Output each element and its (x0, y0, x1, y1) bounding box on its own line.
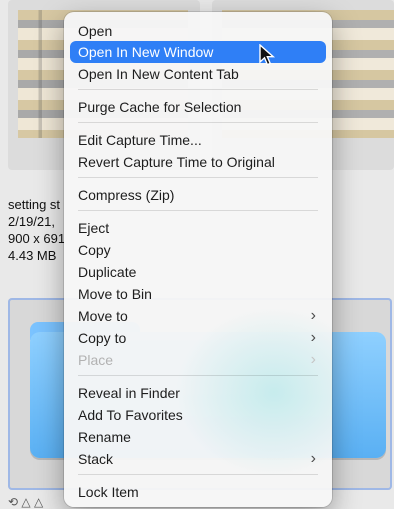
menu-item-label: Rename (78, 429, 131, 445)
menu-item-label: Copy (78, 242, 111, 258)
menu-item-reveal-in-finder[interactable]: Reveal in Finder (70, 382, 326, 404)
menu-item-label: Open (78, 23, 113, 39)
item-status-icons: ⟲ △ △ (8, 495, 44, 509)
menu-item-label: Revert Capture Time to Original (78, 154, 275, 170)
file-metadata: setting st 2/19/21, 900 x 691 4.43 MB (8, 196, 65, 264)
file-size: 4.43 MB (8, 248, 57, 263)
menu-item-label: Duplicate (78, 264, 137, 280)
chevron-right-icon: › (310, 450, 316, 467)
menu-separator (78, 375, 318, 376)
menu-item-label: Open In New Window (78, 44, 214, 60)
menu-item-edit-capture-time[interactable]: Edit Capture Time... (70, 129, 326, 151)
menu-item-label: Purge Cache for Selection (78, 99, 242, 115)
menu-item-move-to[interactable]: Move to › (70, 305, 326, 327)
menu-item-label: Lock Item (78, 484, 139, 500)
file-dimensions: 900 x 691 (8, 231, 66, 246)
menu-item-label: Compress (Zip) (78, 187, 175, 203)
mouse-cursor-icon (259, 44, 276, 66)
chevron-right-icon: › (310, 307, 316, 324)
menu-item-label: Stack (78, 451, 114, 467)
menu-item-label: Reveal in Finder (78, 385, 180, 401)
menu-item-compress-zip[interactable]: Compress (Zip) (70, 184, 326, 206)
menu-item-open-in-new-content-tab[interactable]: Open In New Content Tab (70, 63, 326, 85)
file-date: 2/19/21, (8, 214, 55, 229)
menu-item-duplicate[interactable]: Duplicate (70, 261, 326, 283)
menu-separator (78, 122, 318, 123)
chevron-right-icon: › (310, 351, 316, 368)
menu-item-purge-cache[interactable]: Purge Cache for Selection (70, 96, 326, 118)
menu-item-label: Add To Favorites (78, 407, 183, 423)
menu-item-label: Move to (78, 308, 128, 324)
menu-item-move-to-bin[interactable]: Move to Bin (70, 283, 326, 305)
menu-separator (78, 210, 318, 211)
file-name: setting st (8, 197, 61, 212)
menu-separator (78, 474, 318, 475)
menu-item-add-to-favorites[interactable]: Add To Favorites (70, 404, 326, 426)
menu-item-label: Edit Capture Time... (78, 132, 202, 148)
context-menu: Open Open In New Window Open In New Cont… (64, 12, 332, 507)
menu-item-label: Place (78, 352, 114, 368)
menu-item-label: Eject (78, 220, 110, 236)
menu-item-copy[interactable]: Copy (70, 239, 326, 261)
menu-item-copy-to[interactable]: Copy to › (70, 327, 326, 349)
menu-item-lock-item[interactable]: Lock Item (70, 481, 326, 503)
menu-item-open-in-new-window[interactable]: Open In New Window (70, 41, 326, 63)
menu-item-label: Open In New Content Tab (78, 66, 239, 82)
menu-item-revert-capture-time[interactable]: Revert Capture Time to Original (70, 151, 326, 173)
chevron-right-icon: › (310, 329, 316, 346)
menu-item-label: Copy to (78, 330, 127, 346)
menu-item-rename[interactable]: Rename (70, 426, 326, 448)
menu-item-eject[interactable]: Eject (70, 217, 326, 239)
menu-separator (78, 177, 318, 178)
menu-item-stack[interactable]: Stack › (70, 448, 326, 470)
menu-separator (78, 89, 318, 90)
menu-item-label: Move to Bin (78, 286, 152, 302)
menu-item-place: Place › (70, 349, 326, 371)
menu-item-open[interactable]: Open (70, 20, 326, 42)
